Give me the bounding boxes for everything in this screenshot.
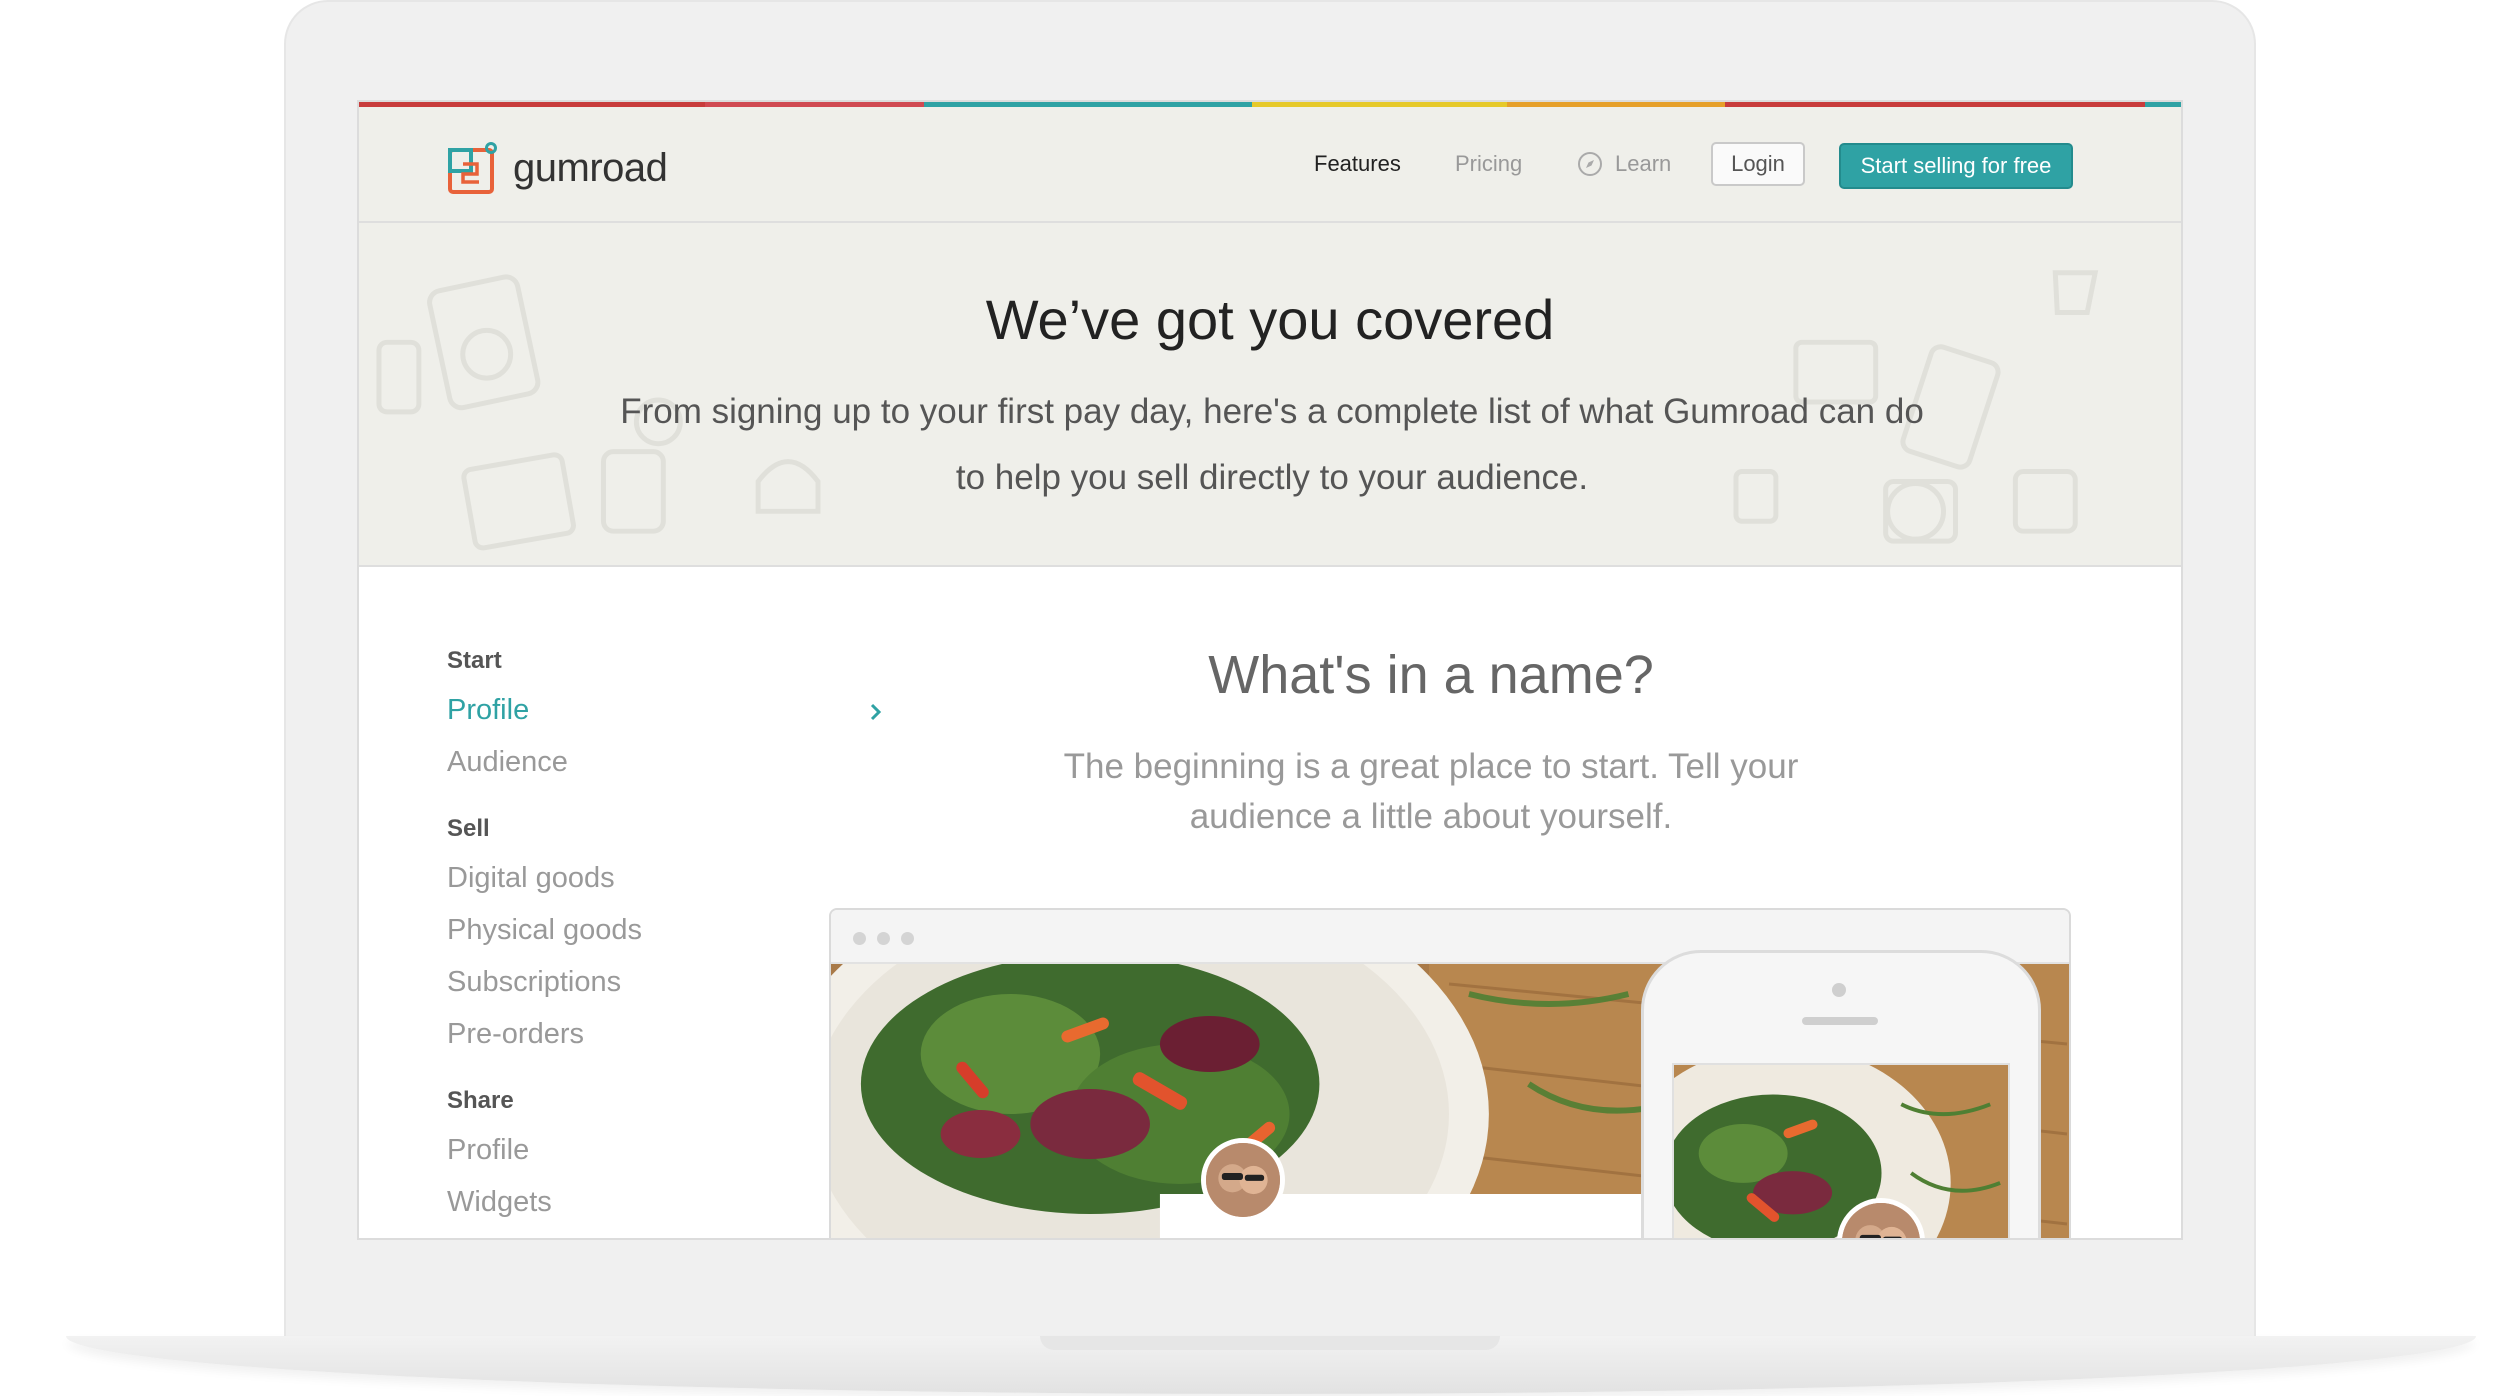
section-description: The beginning is a great place to start.…: [1063, 747, 1799, 836]
phone-camera: [1832, 983, 1846, 997]
phone-screen-photo: [1672, 1063, 2010, 1238]
browser-dot: [877, 932, 890, 945]
start-selling-button[interactable]: Start selling for free: [1839, 143, 2073, 189]
logo[interactable]: gumroad: [447, 141, 668, 195]
sidebar-item-digital-goods[interactable]: Digital goods: [447, 862, 615, 895]
browser-dot: [853, 932, 866, 945]
login-button[interactable]: Login: [1711, 142, 1805, 186]
nav-features-link[interactable]: Features: [1314, 151, 1401, 177]
sidebar-item-profile[interactable]: Profile: [447, 694, 529, 727]
phone-speaker: [1802, 1017, 1878, 1025]
hero-title: We’ve got you covered: [985, 288, 1555, 351]
sidebar-item-physical-goods[interactable]: Physical goods: [447, 914, 642, 947]
sidebar-item-pre-orders[interactable]: Pre-orders: [447, 1018, 584, 1051]
browser-dot: [901, 932, 914, 945]
sidebar-heading-sell: Sell: [447, 815, 490, 842]
avatar: [1201, 1138, 1285, 1222]
sidebar-item-share-profile[interactable]: Profile: [447, 1134, 529, 1167]
laptop-notch: [1040, 1336, 1500, 1350]
hero-banner: We’ve got you covered From signing up to…: [359, 223, 2181, 567]
sidebar-heading-share: Share: [447, 1087, 514, 1114]
logo-icon: [448, 142, 497, 194]
compass-icon: [1578, 152, 1602, 176]
sidebar-item-audience[interactable]: Audience: [447, 746, 568, 779]
section-title: What's in a name?: [1208, 645, 1654, 705]
logo-text: gumroad: [513, 145, 668, 190]
nav-pricing-link[interactable]: Pricing: [1455, 151, 1522, 177]
phone-mockup: [1641, 950, 2041, 1238]
top-navigation: gumroad Features Pricing Learn Login Sta…: [359, 107, 2181, 223]
sidebar-item-widgets[interactable]: Widgets: [447, 1186, 552, 1219]
nav-learn-label: Learn: [1615, 151, 1672, 176]
sidebar-item-subscriptions[interactable]: Subscriptions: [447, 966, 621, 999]
hero-subtitle: From signing up to your first pay day, h…: [620, 392, 1924, 497]
nav-learn-link[interactable]: Learn: [1577, 151, 1671, 177]
screen: gumroad Features Pricing Learn Login Sta…: [357, 100, 2183, 1240]
sidebar-heading-start: Start: [447, 647, 502, 674]
